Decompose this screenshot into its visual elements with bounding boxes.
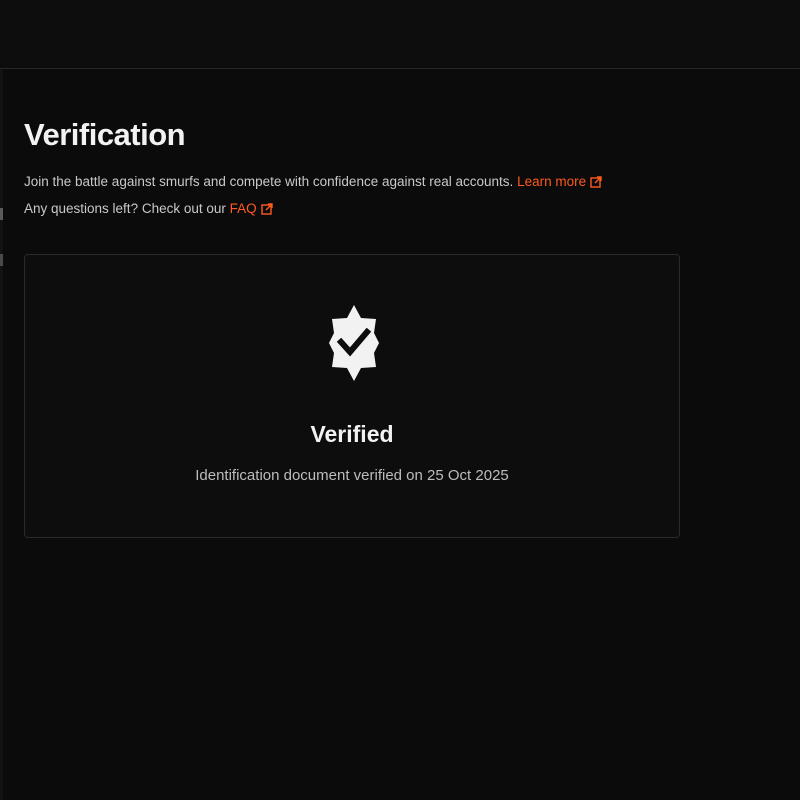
sidebar-edge — [0, 69, 3, 800]
description-line-1: Join the battle against smurfs and compe… — [24, 168, 704, 195]
description-line-2: Any questions left? Check out our FAQ — [24, 195, 704, 222]
verification-status-card: Verified Identification document verifie… — [24, 254, 680, 538]
status-subtitle: Identification document verified on 25 O… — [195, 467, 509, 484]
verified-badge-icon — [329, 305, 379, 381]
top-bar — [0, 0, 800, 69]
faq-link[interactable]: FAQ — [230, 201, 273, 216]
learn-more-label: Learn more — [517, 174, 587, 189]
external-link-icon — [260, 203, 273, 215]
description-text: Join the battle against smurfs and compe… — [24, 174, 514, 189]
sidebar-partial-icon[interactable] — [0, 254, 3, 266]
learn-more-link[interactable]: Learn more — [517, 174, 602, 189]
sidebar-partial-icon[interactable] — [0, 208, 3, 220]
page-title: Verification — [24, 117, 186, 152]
verification-header: Verification Join the battle against smu… — [24, 112, 704, 222]
faq-label: FAQ — [229, 201, 257, 216]
external-link-icon — [590, 176, 602, 188]
description: Join the battle against smurfs and compe… — [24, 168, 704, 222]
faq-prompt-text: Any questions left? Check out our — [24, 201, 226, 216]
status-title: Verified — [310, 421, 394, 447]
